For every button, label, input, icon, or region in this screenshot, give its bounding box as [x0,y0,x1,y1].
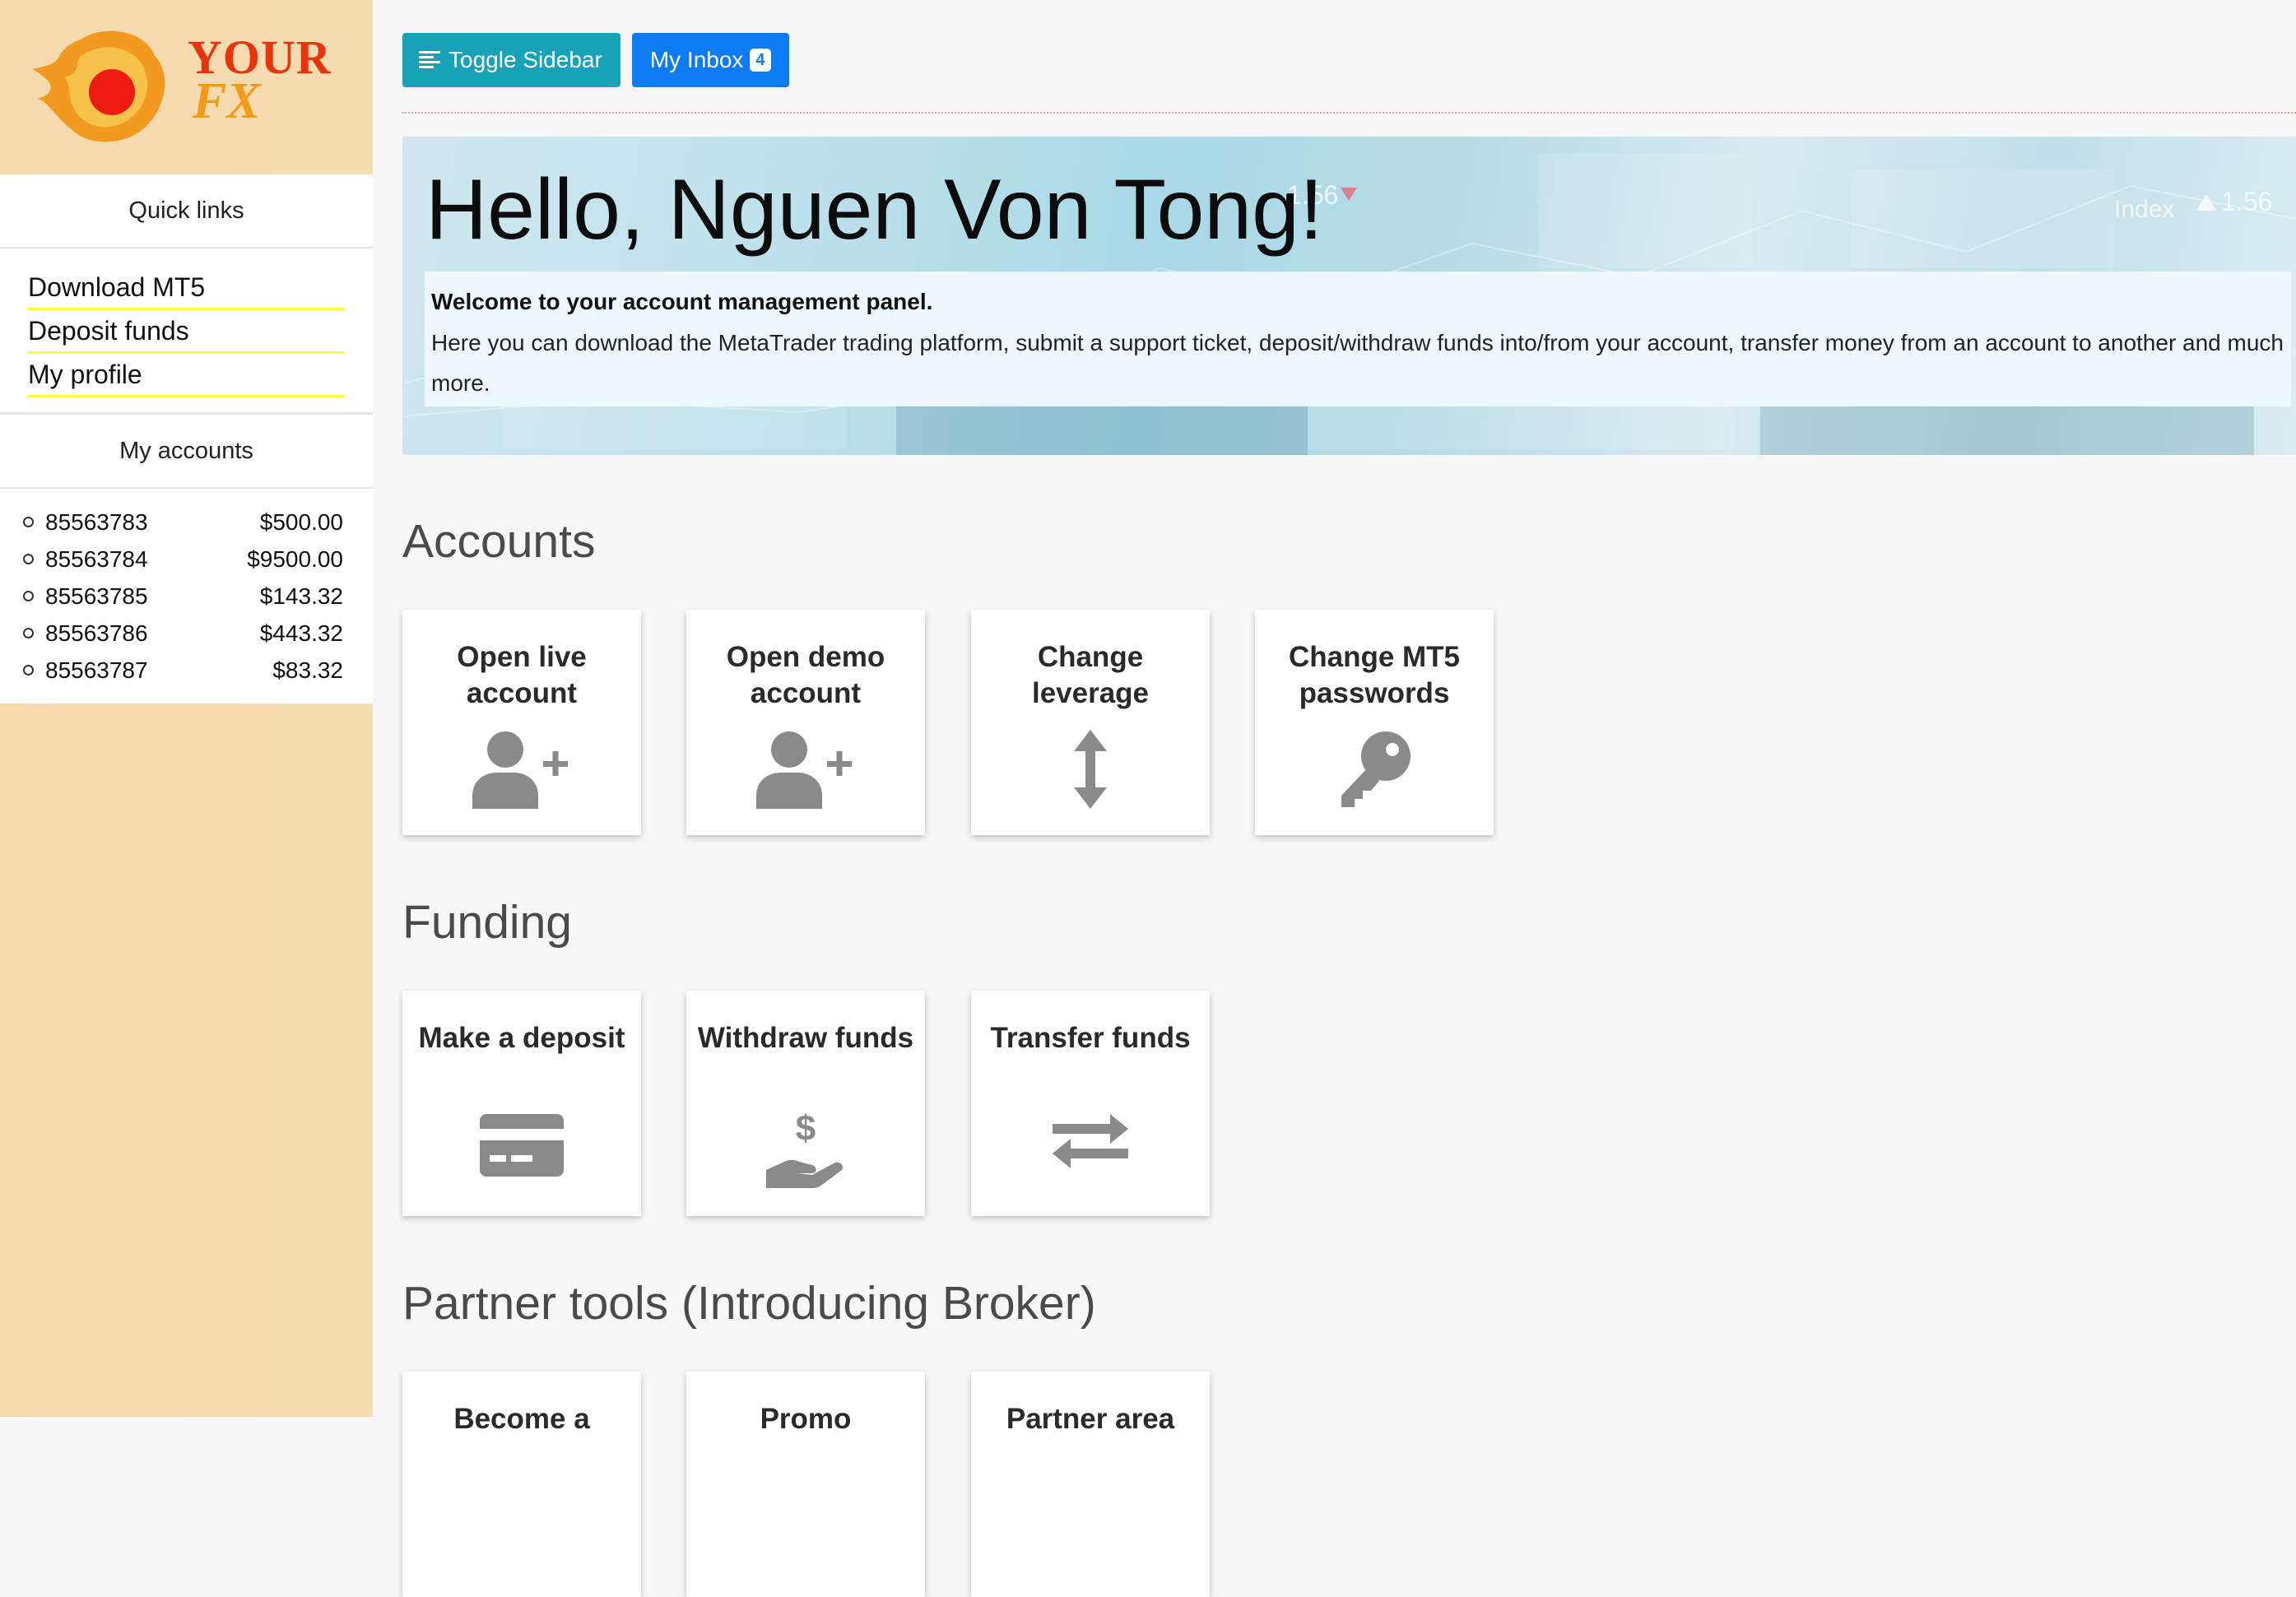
inbox-count-badge: 4 [750,49,771,72]
withdraw-funds-card[interactable]: Withdraw funds $ [686,991,925,1216]
funding-section-title: Funding [402,896,572,949]
card-label: Change MT5 passwords [1288,641,1461,709]
open-demo-account-card[interactable]: Open demo account [686,610,925,835]
my-accounts-heading: My accounts [0,415,373,489]
account-row[interactable]: 85563785 $143.32 [23,578,343,615]
bullet-icon [23,591,34,601]
open-live-account-card[interactable]: Open live account [402,610,641,835]
account-balance: $83.32 [272,657,343,683]
top-toolbar: Toggle Sidebar My Inbox 4 [402,33,789,87]
account-number: 85563784 [45,545,148,572]
partner-area-card[interactable]: Partner area [971,1372,1210,1597]
card-label: Partner area [1006,1403,1175,1435]
card-label: Transfer funds [990,1022,1191,1054]
accounts-section-title: Accounts [402,515,596,568]
card-label: Open demo account [726,641,885,709]
quick-link-my-profile[interactable]: My profile [28,354,345,397]
account-row[interactable]: 85563787 $83.32 [23,652,343,689]
account-row[interactable]: 85563786 $443.32 [23,615,343,652]
accounts-list: 85563783 $500.00 85563784 $9500.00 85563… [0,489,373,689]
brand-logo[interactable]: YOUR FX [0,0,373,174]
align-left-icon [419,51,440,69]
exchange-arrows-icon [1053,1114,1128,1168]
key-icon [1341,731,1411,807]
card-label: Change leverage [1031,641,1150,709]
make-a-deposit-card[interactable]: Make a deposit [402,991,641,1216]
welcome-banner: 1.56 Index 1.56 Hello, Nguen Von Tong! W… [402,137,2296,455]
account-balance: $9500.00 [247,545,343,572]
card-label: Withdraw funds [697,1022,914,1054]
ticker-text: 1.56 [2221,187,2272,216]
become-a-partner-card[interactable]: Become a [402,1372,641,1597]
sidebar: YOUR FX Quick links Download MT5 Deposit… [0,0,373,1417]
quick-link-deposit-funds[interactable]: Deposit funds [28,310,345,354]
brand-word-fx: FX [193,73,261,129]
toolbar-divider [402,112,2296,114]
welcome-message-box: Welcome to your account management panel… [425,272,2291,406]
account-balance: $443.32 [259,620,343,646]
promo-card[interactable]: Promo [686,1372,925,1597]
my-inbox-button[interactable]: My Inbox 4 [631,33,789,87]
toggle-sidebar-button[interactable]: Toggle Sidebar [402,33,620,87]
user-plus-icon [756,731,852,809]
greeting-heading: Hello, Nguen Von Tong! [425,162,1323,258]
ticker-text: Index [2114,196,2174,223]
welcome-text: Welcome to your account management panel… [431,289,933,314]
welcome-description: Here you can download the MetaTrader tra… [431,330,2284,396]
bullet-icon [23,665,34,675]
user-plus-icon [472,731,568,809]
quick-link-download-mt5[interactable]: Download MT5 [28,267,345,310]
account-balance: $500.00 [259,508,343,535]
bullet-icon [23,517,34,527]
account-balance: $143.32 [259,583,343,609]
bullet-icon [23,628,34,638]
svg-text:$: $ [796,1111,816,1149]
card-label: Open live account [457,641,587,709]
card-label: Make a deposit [418,1022,625,1054]
sun-flame-icon [33,30,165,142]
quick-links-heading: Quick links [0,174,373,248]
sidebar-panel: Quick links Download MT5 Deposit funds M… [0,174,373,703]
credit-card-icon [480,1114,564,1177]
partner-tools-section-title: Partner tools (Introducing Broker) [402,1277,1096,1330]
toggle-sidebar-label: Toggle Sidebar [449,47,602,72]
change-mt5-passwords-card[interactable]: Change MT5 passwords [1255,610,1494,835]
change-leverage-card[interactable]: Change leverage [971,610,1210,835]
hand-dollar-icon: $ [766,1111,844,1188]
card-label: Promo [760,1403,852,1435]
quick-links-list: Download MT5 Deposit funds My profile [0,248,373,415]
account-number: 85563785 [45,583,148,609]
bullet-icon [23,554,34,564]
account-number: 85563786 [45,620,148,646]
account-number: 85563787 [45,657,148,683]
account-row[interactable]: 85563784 $9500.00 [23,541,343,578]
my-inbox-label: My Inbox [649,47,744,72]
card-label: Become a [453,1403,590,1435]
account-number: 85563783 [45,508,148,535]
transfer-funds-card[interactable]: Transfer funds [971,991,1210,1216]
account-row[interactable]: 85563783 $500.00 [23,504,343,541]
arrows-vertical-icon [1074,730,1107,809]
